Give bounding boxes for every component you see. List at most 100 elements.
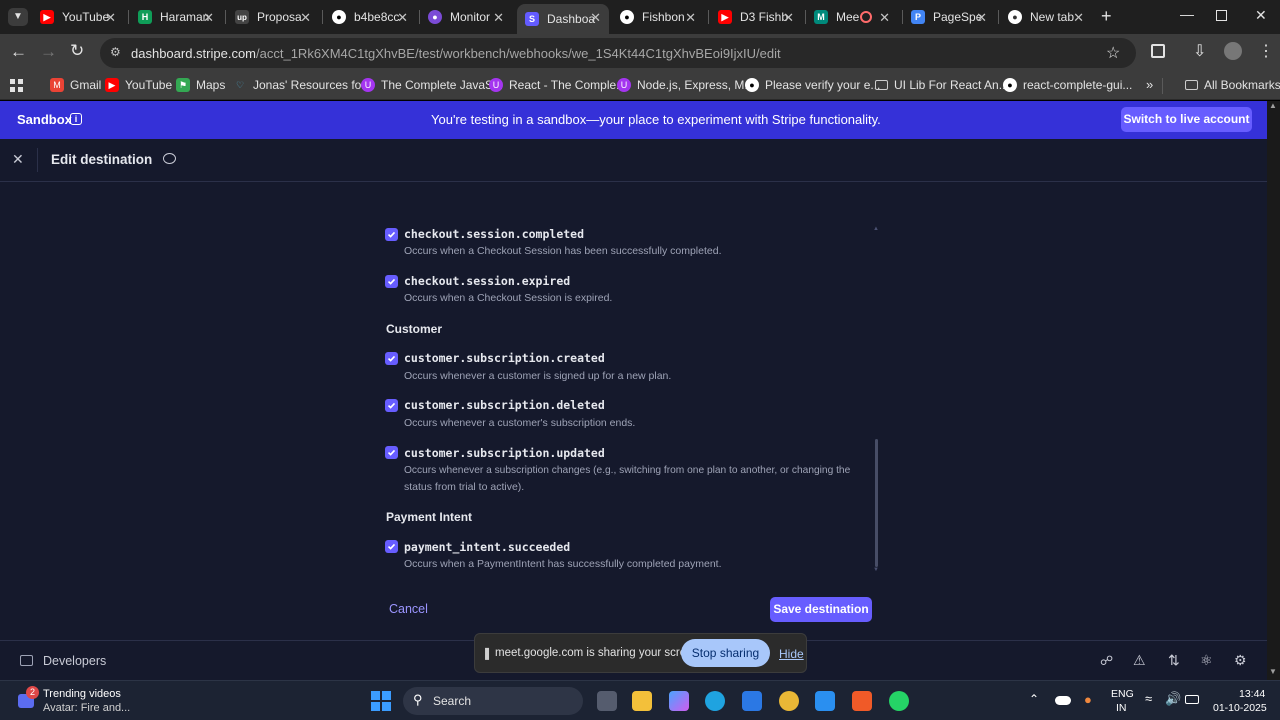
scroll-down-icon[interactable]: ▼ <box>873 567 879 573</box>
minimize-button[interactable]: — <box>1180 6 1194 22</box>
edge-icon[interactable] <box>705 691 725 711</box>
scroll-thumb[interactable] <box>875 439 878 567</box>
close-icon[interactable]: ✕ <box>783 10 794 26</box>
checkbox-customer-subscription-created[interactable] <box>385 352 398 365</box>
bookmark-verify[interactable]: ● Please verify your e... <box>745 78 880 92</box>
tab-monitor[interactable]: ● Monitor ✕ <box>428 4 508 30</box>
all-bookmarks[interactable]: All Bookmarks <box>1185 78 1280 92</box>
tab-d3-fishbone[interactable]: ▶ D3 Fishb ✕ <box>718 4 798 30</box>
reload-button[interactable]: ↻ <box>70 41 84 61</box>
bookmark-react[interactable]: U React - The Comple... <box>489 78 626 92</box>
tab-fishbone[interactable]: ● Fishbon ✕ <box>620 4 700 30</box>
feedback-icon[interactable] <box>163 153 176 164</box>
profile-avatar[interactable] <box>1224 42 1242 60</box>
news-widget[interactable]: 2 Trending videos Avatar: Fire and... <box>16 686 146 716</box>
close-icon[interactable]: ✕ <box>105 10 116 26</box>
checkbox-checkout-session-completed[interactable] <box>385 228 398 241</box>
bookmark-star-icon[interactable]: ☆ <box>1106 43 1120 63</box>
sort-icon[interactable]: ⇅ <box>1168 652 1180 669</box>
tab-search-icon[interactable]: ▼ <box>8 8 28 26</box>
clock-date[interactable]: 01-10-2025 <box>1213 702 1267 714</box>
checkbox-checkout-session-expired[interactable] <box>385 275 398 288</box>
close-icon[interactable]: ✕ <box>976 10 987 26</box>
close-icon[interactable]: ✕ <box>300 10 311 26</box>
close-icon[interactable]: ✕ <box>493 10 504 26</box>
close-icon[interactable]: ✕ <box>879 10 890 26</box>
event-list-scrollbar[interactable]: ▲ ▼ <box>873 226 879 573</box>
bookmark-jonas[interactable]: ♡ Jonas' Resources for... <box>233 78 375 92</box>
language-line2[interactable]: IN <box>1116 702 1127 714</box>
apps-grid-icon[interactable] <box>10 79 23 92</box>
checkbox-customer-subscription-deleted[interactable] <box>385 399 398 412</box>
download-icon[interactable]: ⇩ <box>1193 41 1206 61</box>
checkbox-customer-subscription-updated[interactable] <box>385 446 398 459</box>
onedrive-icon[interactable] <box>1055 696 1071 705</box>
tab-new-tab[interactable]: ● New tab ✕ <box>1008 4 1088 30</box>
bookmark-node[interactable]: U Node.js, Express, M... <box>617 78 754 92</box>
developers-toggle[interactable]: Developers <box>43 654 106 668</box>
browser-menu-icon[interactable]: ⋮ <box>1258 41 1274 61</box>
scroll-down-icon[interactable]: ▼ <box>1269 667 1277 676</box>
start-windows-icon[interactable] <box>371 691 391 711</box>
bookmark-react-complete[interactable]: ● react-complete-gui... <box>1003 78 1132 92</box>
extensions-icon[interactable] <box>1151 44 1165 58</box>
close-icon[interactable]: ✕ <box>685 10 696 26</box>
tab-proposals[interactable]: up Proposa ✕ <box>235 4 315 30</box>
bookmark-complete-js[interactable]: U The Complete JavaS... <box>361 78 503 92</box>
page-scrollbar[interactable]: ▲ ▼ <box>1267 101 1280 680</box>
webhooks-icon[interactable]: ⚛ <box>1200 652 1213 669</box>
tab-youtube[interactable]: ▶ YouTube ✕ <box>40 4 120 30</box>
restore-button[interactable] <box>1216 10 1227 21</box>
microphone-icon[interactable]: ● <box>1084 692 1092 707</box>
scroll-up-icon[interactable]: ▲ <box>1269 101 1277 110</box>
bookmark-ui-lib[interactable]: UI Lib For React An... <box>875 78 1009 92</box>
language-line1[interactable]: ENG <box>1111 688 1134 700</box>
tab-haraman[interactable]: H Haraman ✕ <box>138 4 218 30</box>
site-info-icon[interactable]: ⚙ <box>110 45 121 59</box>
forward-button[interactable]: → <box>40 42 57 62</box>
tab-github-commit[interactable]: ● b4be8cc ✕ <box>332 4 412 30</box>
brave-icon[interactable] <box>852 691 872 711</box>
clock-time[interactable]: 13:44 <box>1239 688 1265 700</box>
close-icon[interactable]: ✕ <box>590 10 601 26</box>
tray-overflow-icon[interactable]: ⌃ <box>1029 692 1039 706</box>
settings-icon[interactable]: ⚙ <box>1234 652 1247 669</box>
close-icon[interactable]: ✕ <box>203 10 214 26</box>
tab-meet[interactable]: M Mee ✕ <box>814 4 894 30</box>
save-destination-button[interactable]: Save destination <box>770 597 872 622</box>
drag-handle-icon[interactable]: ❚ <box>482 646 492 660</box>
warning-icon[interactable]: ⚠ <box>1133 652 1146 669</box>
hide-button[interactable]: Hide <box>779 647 804 661</box>
new-tab-button[interactable]: + <box>1101 6 1112 27</box>
wifi-icon[interactable]: ≈ <box>1145 691 1152 706</box>
stop-sharing-button[interactable]: Stop sharing <box>681 639 770 667</box>
close-icon[interactable]: ✕ <box>12 151 24 168</box>
address-bar[interactable]: ⚙ dashboard.stripe.com/acct_1Rk6XM4C1tgX… <box>100 38 1136 68</box>
bookmark-gmail[interactable]: M Gmail <box>50 78 101 92</box>
close-icon[interactable]: ✕ <box>1073 10 1084 26</box>
tab-pagespeed[interactable]: P PageSpe ✕ <box>911 4 991 30</box>
inspect-icon[interactable]: ☍ <box>1100 653 1113 669</box>
file-explorer-icon[interactable] <box>632 691 652 711</box>
window-close-button[interactable]: ✕ <box>1255 7 1267 24</box>
cancel-button[interactable]: Cancel <box>389 602 428 616</box>
whatsapp-icon[interactable] <box>889 691 909 711</box>
checkbox-payment-intent-succeeded[interactable] <box>385 540 398 553</box>
bookmark-youtube[interactable]: ▶ YouTube <box>105 78 172 92</box>
more-bookmarks-icon[interactable]: » <box>1146 77 1153 92</box>
switch-to-live-button[interactable]: Switch to live account <box>1121 107 1252 132</box>
store-icon[interactable] <box>742 691 762 711</box>
task-view-icon[interactable] <box>597 691 617 711</box>
scroll-up-icon[interactable]: ▲ <box>873 226 879 232</box>
tab-stripe-dashboard[interactable]: S Dashboa ✕ <box>517 4 609 34</box>
volume-icon[interactable]: 🔊 <box>1165 691 1181 707</box>
copilot-icon[interactable] <box>669 691 689 711</box>
bookmark-maps[interactable]: ⚑ Maps <box>176 78 225 92</box>
battery-icon[interactable] <box>1185 695 1199 704</box>
chrome-icon[interactable] <box>779 691 799 711</box>
back-button[interactable]: ← <box>10 42 27 62</box>
info-icon[interactable]: i <box>70 113 82 125</box>
vscode-icon[interactable] <box>815 691 835 711</box>
taskbar-search[interactable]: ⚲ Search <box>403 687 583 715</box>
close-icon[interactable]: ✕ <box>397 10 408 26</box>
